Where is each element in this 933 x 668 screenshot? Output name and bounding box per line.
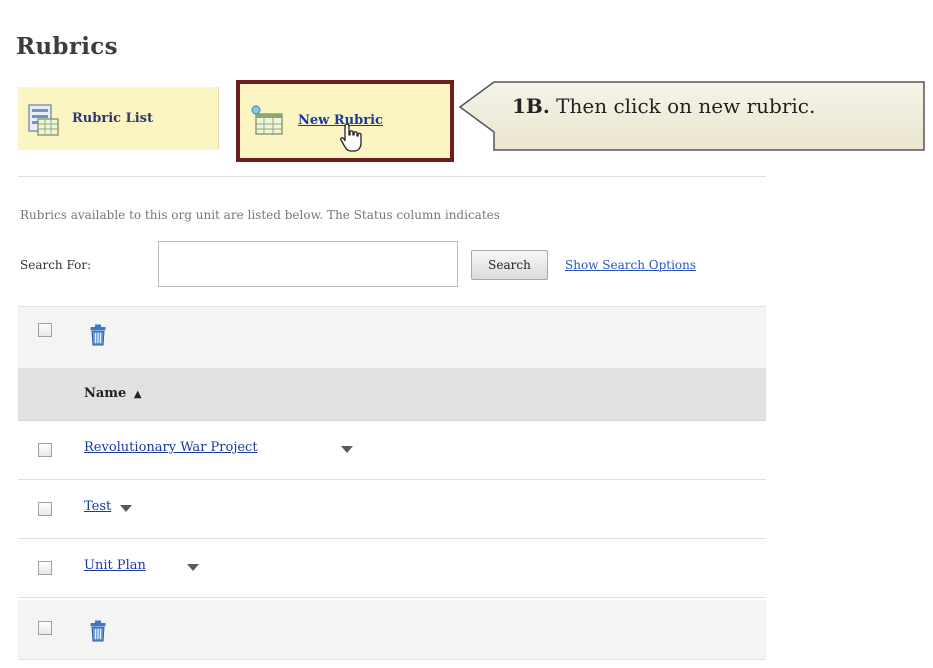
row-checkbox[interactable]	[38, 502, 52, 516]
tab-rubric-list-label: Rubric List	[72, 111, 153, 126]
divider	[18, 176, 766, 177]
chevron-down-icon[interactable]	[120, 505, 132, 512]
rubric-list-icon	[26, 103, 62, 136]
instruction-callout: 1B. Then click on new rubric.	[458, 80, 928, 152]
page-title: Rubrics	[16, 33, 118, 60]
table-actions-top	[18, 306, 766, 369]
rubric-link[interactable]: Test	[84, 499, 111, 514]
description-text: Rubrics available to this org unit are l…	[20, 208, 500, 222]
select-all-checkbox[interactable]	[38, 323, 52, 337]
callout-message: Then click on new rubric.	[556, 94, 816, 118]
search-input[interactable]	[158, 241, 458, 287]
new-rubric-highlight: New Rubric	[236, 80, 454, 162]
search-label: Search For:	[20, 258, 92, 272]
chevron-down-icon[interactable]	[187, 564, 199, 571]
show-search-options-link[interactable]: Show Search Options	[565, 258, 696, 272]
new-rubric-icon	[250, 104, 286, 136]
table-row: Test	[18, 480, 766, 539]
rubrics-page: Rubrics Rubric List New Rubric 1B. Then …	[0, 0, 933, 668]
trash-icon[interactable]	[90, 620, 106, 642]
row-checkbox[interactable]	[38, 561, 52, 575]
table-row: Revolutionary War Project	[18, 421, 766, 480]
hand-cursor-icon	[338, 122, 366, 154]
table-row: Unit Plan	[18, 539, 766, 598]
rubric-link[interactable]: Revolutionary War Project	[84, 440, 258, 455]
column-header-name-label: Name	[84, 386, 127, 401]
callout-text: 1B. Then click on new rubric.	[512, 94, 815, 118]
select-all-checkbox[interactable]	[38, 621, 52, 635]
rubric-link[interactable]: Unit Plan	[84, 558, 146, 573]
column-header-name[interactable]: Name ▲	[84, 386, 142, 401]
chevron-down-icon[interactable]	[341, 446, 353, 453]
table-actions-bottom	[18, 600, 766, 660]
table-header: Name ▲	[18, 369, 766, 421]
sort-ascending-icon: ▲	[133, 389, 142, 400]
trash-icon[interactable]	[90, 324, 106, 346]
callout-step: 1B.	[512, 94, 550, 118]
search-button[interactable]: Search	[471, 250, 548, 280]
row-checkbox[interactable]	[38, 443, 52, 457]
tab-rubric-list[interactable]: Rubric List	[18, 87, 219, 150]
